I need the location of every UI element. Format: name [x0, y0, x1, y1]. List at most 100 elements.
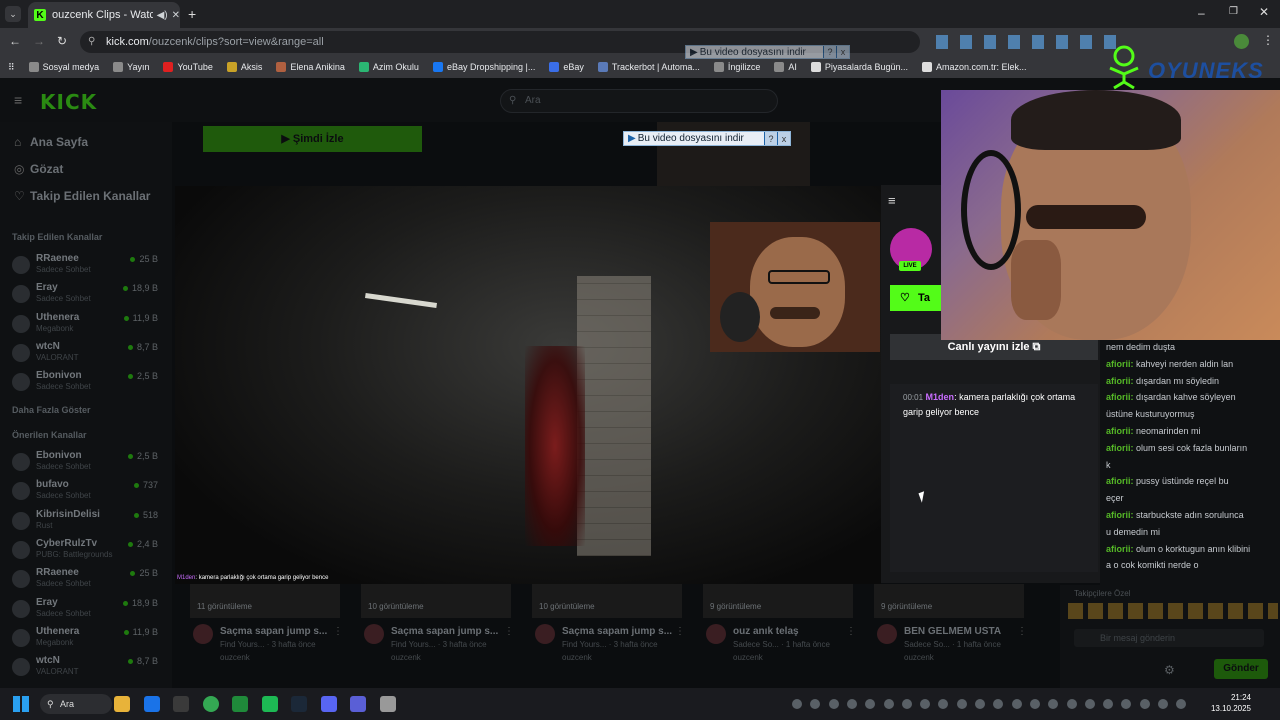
tray-icon[interactable]: [975, 699, 985, 709]
taskbar-search[interactable]: ⚲ Ara: [40, 694, 112, 714]
sidebar-nav-item[interactable]: ◎ Gözat: [14, 162, 63, 176]
clip-channel-avatar[interactable]: [535, 624, 555, 644]
side-chat-user[interactable]: afiorii:: [1106, 392, 1134, 402]
chat-user[interactable]: M1den: [926, 392, 955, 402]
bookmark-item[interactable]: Trackerbot | Automa...: [597, 62, 700, 72]
bookmark-item[interactable]: Azim Okulu: [358, 62, 419, 72]
file-explorer-icon[interactable]: [114, 696, 130, 712]
bookmark-item[interactable]: Piyasalarda Bugün...: [810, 62, 908, 72]
discord-icon[interactable]: [320, 696, 337, 712]
bookmark-item[interactable]: eBay: [549, 62, 584, 72]
bookmark-item[interactable]: Sosyal medya: [28, 62, 99, 72]
reload-icon[interactable]: ↻: [57, 34, 67, 48]
tray-icon[interactable]: [883, 699, 894, 709]
xbox-icon[interactable]: [232, 696, 248, 712]
clip-thumbnail[interactable]: [874, 584, 1024, 618]
windows-start-icon[interactable]: [13, 696, 29, 712]
sidebar-nav-item[interactable]: ♡ Takip Edilen Kanallar: [14, 189, 150, 203]
bookmark-item[interactable]: Amazon.com.tr: Elek...: [921, 62, 1027, 72]
clip-thumbnail[interactable]: [190, 584, 340, 618]
channel-item[interactable]: bufavo Sadece Sohbet 737: [12, 479, 162, 503]
clip-user[interactable]: ouzcenk: [733, 653, 763, 662]
tray-icon[interactable]: [1066, 699, 1077, 709]
clip-thumbnail[interactable]: [532, 584, 682, 618]
spotify-icon[interactable]: [261, 696, 278, 712]
channel-item[interactable]: wtcN VALORANT 8,7 B: [12, 341, 162, 365]
side-chat-user[interactable]: afiorii:: [1106, 510, 1134, 520]
channel-item[interactable]: Eray Sadece Sohbet 18,9 B: [12, 282, 162, 306]
clip-user[interactable]: ouzcenk: [904, 653, 934, 662]
clip-channel-avatar[interactable]: [364, 624, 384, 644]
clock[interactable]: 21:24 13.10.2025: [1205, 692, 1251, 714]
bookmark-item[interactable]: İngilizce: [713, 62, 760, 72]
bookmark-item[interactable]: Aksis: [226, 62, 262, 72]
bookmark-item[interactable]: YouTube: [163, 62, 213, 72]
search-input[interactable]: ⚲ Ara: [500, 89, 778, 113]
channel-item[interactable]: RRaenee Sadece Sohbet 25 B: [12, 567, 162, 591]
tray-icon[interactable]: [828, 699, 839, 709]
clip-title[interactable]: BEN GELMEM USTA: [904, 626, 1001, 637]
hamburger-icon[interactable]: ≡: [14, 92, 22, 108]
channel-item[interactable]: Uthenera Megabonk 11,9 B: [12, 626, 162, 650]
clip-more-icon[interactable]: ⋮: [675, 626, 685, 637]
tray-icon[interactable]: [1084, 699, 1095, 709]
tray-icon[interactable]: [1029, 699, 1040, 709]
send-button[interactable]: Gönder: [1214, 659, 1268, 679]
edge-icon[interactable]: [143, 696, 160, 712]
clip-more-icon[interactable]: ⋮: [333, 626, 343, 637]
clip-more-icon[interactable]: ⋮: [504, 626, 514, 637]
clip-card[interactable]: 11 görüntüleme Saçma sapan jump s... Find …: [175, 584, 343, 688]
channel-item[interactable]: Ebonivon Sadece Sohbet 2,5 B: [12, 450, 162, 474]
tray-icon[interactable]: [1139, 699, 1150, 709]
channel-item[interactable]: KibrisinDelisi Rust 518: [12, 509, 162, 533]
help-button[interactable]: ?: [765, 132, 777, 145]
back-icon[interactable]: ←: [9, 34, 21, 48]
channel-item[interactable]: Uthenera Megabonk 11,9 B: [12, 312, 162, 336]
clip-more-icon[interactable]: ⋮: [1017, 626, 1027, 637]
forward-icon[interactable]: →: [33, 34, 45, 48]
clip-card[interactable]: 10 görüntüleme Saçma sapam jump s... Find …: [517, 584, 685, 688]
site-info-icon[interactable]: ⚲: [88, 31, 95, 53]
teams-icon[interactable]: [350, 696, 366, 712]
clip-title[interactable]: Saçma sapan jump s...: [391, 626, 498, 637]
clip-channel-avatar[interactable]: [877, 624, 897, 644]
new-tab-button[interactable]: +: [188, 6, 196, 22]
bookmark-item[interactable]: AI: [774, 62, 797, 72]
tray-icon[interactable]: [846, 699, 857, 709]
download-popup-faded[interactable]: ▶ Bu video dosyasını indir ? x: [685, 45, 850, 59]
channel-item[interactable]: Ebonivon Sadece Sohbet 2,5 B: [12, 370, 162, 394]
bookmark-item[interactable]: Yayın: [113, 62, 149, 72]
close-popup-button[interactable]: x: [837, 46, 849, 58]
clip-channel-avatar[interactable]: [706, 624, 726, 644]
clip-title[interactable]: Saçma sapam jump s...: [562, 626, 672, 637]
download-popup[interactable]: ▶ Bu video dosyasını indir ? x: [623, 131, 791, 146]
sidebar-nav-item[interactable]: ⌂ Ana Sayfa: [14, 135, 88, 149]
side-chat-user[interactable]: afiorii:: [1106, 376, 1134, 386]
side-chat-user[interactable]: afiorii:: [1106, 443, 1134, 453]
store-icon[interactable]: [173, 696, 189, 712]
close-tab-icon[interactable]: ✕: [172, 10, 180, 21]
bookmark-item[interactable]: Elena Anikina: [276, 62, 345, 72]
clip-card[interactable]: 9 görüntüleme ouz anık telaş Sadece So... …: [688, 584, 856, 688]
channel-item[interactable]: wtcN VALORANT 8,7 B: [12, 655, 162, 679]
clip-card[interactable]: 9 görüntüleme BEN GELMEM USTA Sadece So...…: [859, 584, 1027, 688]
close-popup-button[interactable]: x: [778, 132, 790, 145]
clip-user[interactable]: ouzcenk: [391, 653, 421, 662]
speaker-icon[interactable]: ◀): [157, 10, 168, 21]
kick-logo[interactable]: KICK: [40, 90, 97, 114]
tray-icon[interactable]: [792, 699, 802, 709]
maximize-button[interactable]: ❐: [1229, 6, 1238, 17]
clip-title[interactable]: ouz anık telaş: [733, 626, 799, 637]
settings-icon[interactable]: ⚙: [1164, 663, 1175, 677]
minimize-button[interactable]: –: [1198, 6, 1205, 20]
clip-channel-avatar[interactable]: [193, 624, 213, 644]
channel-item[interactable]: CyberRulzTv PUBG: Battlegrounds 2,4 B: [12, 538, 162, 562]
channel-item[interactable]: RRaenee Sadece Sohbet 25 B: [12, 253, 162, 277]
side-chat-user[interactable]: afiorii:: [1106, 426, 1134, 436]
side-chat-user[interactable]: afiorii:: [1106, 476, 1134, 486]
side-chat-user[interactable]: afiorii:: [1106, 359, 1134, 369]
apps-icon[interactable]: ⠿: [8, 62, 15, 73]
obs-icon[interactable]: [379, 696, 396, 712]
help-button[interactable]: ?: [824, 46, 836, 58]
tray-icon[interactable]: [901, 699, 912, 709]
